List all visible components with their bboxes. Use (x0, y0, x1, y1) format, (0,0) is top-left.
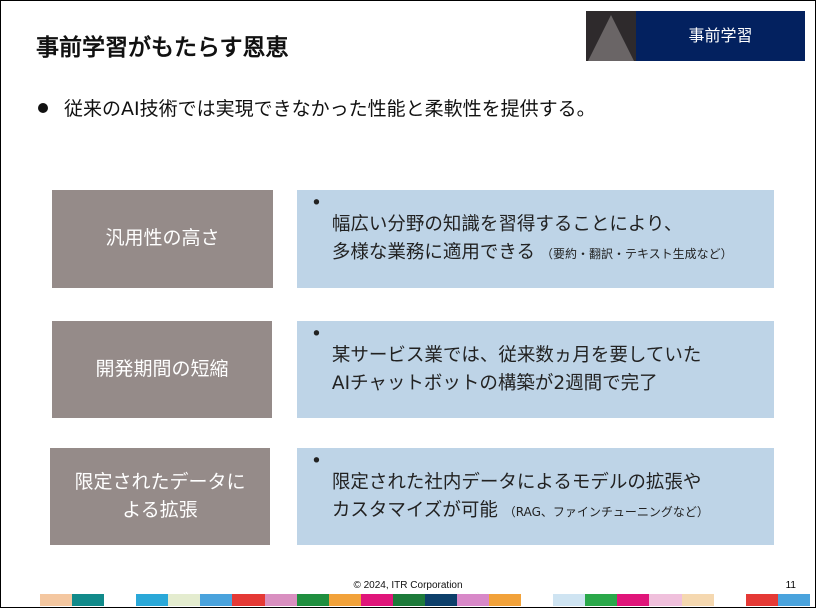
lead-text: 従来のAI技術では実現できなかった性能と柔軟性を提供する。 (64, 98, 596, 120)
row-2-label: 開発期間の短縮 (52, 321, 272, 418)
badge-image (586, 11, 636, 61)
desc-line: 限定された社内データによるモデルの拡張や (331, 471, 702, 493)
bullet-icon: • (311, 324, 322, 345)
bullet-icon: • (311, 193, 322, 214)
section-badge: 事前学習 (586, 11, 805, 61)
desc-note: （要約・翻訳・テキスト生成など） (540, 247, 733, 261)
row-2-desc: • 某サービス業では、従来数ヵ月を要していた AIチャットボットの構築が2週間で完… (297, 321, 774, 418)
row-3-label: 限定されたデータに よる拡張 (50, 448, 270, 545)
label-line: よる拡張 (122, 498, 198, 521)
page-number: 11 (785, 580, 796, 591)
badge-label: 事前学習 (688, 26, 753, 45)
desc-note: （RAG、ファインチューニングなど） (503, 504, 709, 519)
decorative-pattern-strip (40, 594, 810, 606)
desc-line: AIチャットボットの構築が2週間で完了 (331, 372, 658, 394)
label-line: 開発期間の短縮 (95, 357, 229, 380)
bullet-dot-icon (38, 102, 48, 113)
slide-title: 事前学習がもたらす恩恵 (36, 35, 289, 61)
lead-bullet: 従来のAI技術では実現できなかった性能と柔軟性を提供する。 (38, 94, 596, 121)
row-1-label: 汎用性の高さ (52, 190, 273, 288)
row-3-desc: • 限定された社内データによるモデルの拡張や カスタマイズが可能 （RAG、ファイ… (297, 448, 774, 545)
desc-line: 某サービス業では、従来数ヵ月を要していた (331, 344, 702, 366)
label-line: 汎用性の高さ (105, 227, 220, 250)
bullet-icon: • (311, 451, 322, 472)
desc-line: 多様な業務に適用できる (331, 242, 536, 263)
desc-line: カスタマイズが可能 (331, 499, 498, 521)
copyright: © 2024, ITR Corporation (353, 580, 463, 591)
row-1-desc: • 幅広い分野の知識を習得することにより、 多様な業務に適用できる （要約・翻訳・… (297, 190, 774, 288)
desc-line: 幅広い分野の知識を習得することにより、 (331, 214, 683, 236)
label-line: 限定されたデータに (74, 470, 246, 493)
